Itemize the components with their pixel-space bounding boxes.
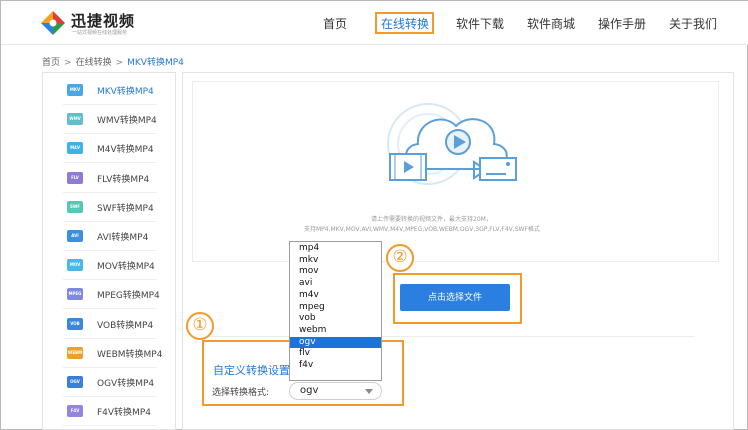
format-option-mkv[interactable]: mkv [290,255,381,267]
breadcrumb-separator: > [64,58,72,68]
format-badge-icon: MPEG [67,288,83,301]
format-option-mov[interactable]: mov [290,266,381,278]
sidebar-item-wmv[interactable]: WMV WMV转换MP4 [43,105,177,135]
breadcrumb-section[interactable]: 在线转换 [76,58,112,68]
custom-settings-title: 自定义转换设置 [213,364,290,377]
upload-hint-formats: 支持MP4,MKV,MOV,AVI,WMV,M4V,MPEG,VOB,WEBM,… [304,226,540,233]
format-dropdown-list: mp4 mkv mov avi m4v mpeg vob webm ogv flv f4v [289,241,382,381]
format-select-value: ogv [300,385,319,396]
sidebar-item-vob[interactable]: VOB VOB转换MP4 [43,310,177,339]
sidebar-item-f4v[interactable]: F4V F4V转换MP4 [43,397,177,427]
section-divider [201,336,695,337]
nav-software-store[interactable]: 软件商城 [527,15,575,32]
logo-subtitle: 一站式视频在线处理服务 [72,30,128,36]
format-badge-icon: VOB [67,317,83,330]
step2-marker: ② [386,244,414,272]
sidebar-item-label: F4V转换MP4 [97,408,151,419]
format-option-f4v[interactable]: f4v [290,360,381,372]
sidebar-item-label: VOB转换MP4 [97,320,154,331]
sidebar-item-flv[interactable]: FLV FLV转换MP4 [43,164,177,193]
format-option-webm[interactable]: webm [290,325,381,337]
format-option-mpeg[interactable]: mpeg [290,302,381,314]
format-badge-icon: OGV [67,376,83,388]
sidebar-item-label: FLV转换MP4 [97,174,150,185]
sidebar-item-m4v[interactable]: M4V M4V转换MP4 [43,134,177,164]
format-option-avi[interactable]: avi [290,278,381,290]
logo-title: 迅捷视频 [71,12,136,30]
breadcrumb-current: MKV转换MP4 [127,58,184,68]
sidebar-item-mkv[interactable]: MKV MKV转换MP4 [43,76,177,105]
sidebar-item-label: M4V转换MP4 [97,145,154,156]
sidebar-item-label: MPEG转换MP4 [97,291,160,302]
sidebar-item-webm[interactable]: WEBM WEBM转换MP4 [43,339,177,368]
sidebar-item-mpeg[interactable]: MPEG MPEG转换MP4 [43,280,177,310]
format-option-vob[interactable]: vob [290,313,381,325]
format-badge-icon: FLV [67,171,83,184]
nav-manual[interactable]: 操作手册 [598,15,646,32]
format-select[interactable]: ogv [289,382,382,400]
format-option-m4v[interactable]: m4v [290,290,381,302]
format-badge-icon: WMV [67,113,83,126]
format-badge-icon: AVI [67,230,83,242]
choose-file-button[interactable]: 点击选择文件 [400,284,510,311]
sidebar-item-mov[interactable]: MOV MOV转换MP4 [43,251,177,281]
site-header: 迅捷视频 一站式视频在线处理服务 首页 在线转换 软件下载 软件商城 操作手册 … [1,1,748,45]
nav-about[interactable]: 关于我们 [669,15,717,32]
chevron-down-icon [365,389,373,394]
sidebar-item-label: MOV转换MP4 [97,262,155,273]
format-badge-icon: SWF [67,200,83,213]
breadcrumb: 首页 > 在线转换 > MKV转换MP4 [42,55,184,68]
step1-marker: ① [186,312,214,340]
format-option-mp4[interactable]: mp4 [290,243,381,255]
format-badge-icon: WEBM [67,346,83,359]
nav-home[interactable]: 首页 [323,15,347,32]
sidebar-item-swf[interactable]: SWF SWF转换MP4 [43,193,177,222]
sidebar-item-avi[interactable]: AVI AVI转换MP4 [43,222,177,251]
nav-active-highlight [375,12,434,34]
format-badge-icon: F4V [67,405,83,418]
breadcrumb-home[interactable]: 首页 [42,58,60,68]
format-select-label: 选择转换格式: [212,388,270,398]
sidebar-item-label: OGV转换MP4 [97,379,155,389]
format-badge-icon: M4V [67,142,83,155]
sidebar-item-divider [63,425,157,427]
breadcrumb-separator: > [115,58,124,68]
format-option-ogv[interactable]: ogv [290,336,381,349]
format-badge-icon: MOV [67,259,83,272]
sidebar-item-ogv[interactable]: OGV OGV转换MP4 [43,368,177,397]
sidebar-item-label: WEBM转换MP4 [97,349,163,360]
upload-hint-limit: 请上传需要转换的视频文件，最大支持20M， [371,216,492,223]
site-logo[interactable]: 迅捷视频 一站式视频在线处理服务 [39,9,159,39]
logo-mark-icon [41,11,65,35]
sidebar: MKV MKV转换MP4 WMV WMV转换MP4 M4V M4V转换MP4 FLV FLV转… [42,72,176,430]
cloud-video-illustration-icon [387,103,517,185]
format-option-flv[interactable]: flv [290,348,381,360]
sidebar-item-label: AVI转换MP4 [97,233,149,243]
nav-software-download[interactable]: 软件下载 [456,15,504,32]
upload-dropzone[interactable] [192,81,719,262]
format-badge-icon: MKV [67,84,83,96]
sidebar-item-label: WMV转换MP4 [97,116,157,127]
sidebar-item-label: MKV转换MP4 [97,87,154,97]
sidebar-item-label: SWF转换MP4 [97,203,154,214]
